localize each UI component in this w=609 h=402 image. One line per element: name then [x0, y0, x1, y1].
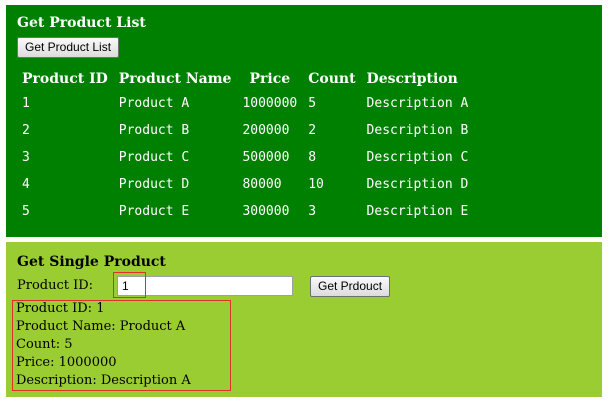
- product-table: Product ID Product Name Price Count Desc…: [17, 68, 474, 225]
- cell-product-name: Product C: [118, 150, 190, 165]
- cell-product-id: 1: [22, 96, 30, 111]
- cell-description: Description C: [366, 150, 469, 165]
- cell-product-id: 5: [22, 204, 30, 219]
- table-row: 2 Product B 200000 2 Description B: [17, 117, 474, 144]
- cell-count: 3: [308, 204, 317, 219]
- cell-description: Description B: [366, 123, 469, 138]
- get-product-list-button[interactable]: Get Product List: [17, 37, 120, 58]
- single-product-panel: Get Single Product Product ID: Get Prdou…: [6, 242, 602, 397]
- detail-description: Description: Description A: [16, 373, 191, 388]
- cell-description: Description E: [366, 204, 469, 219]
- column-header-count: Count: [308, 71, 356, 87]
- cell-product-name: Product E: [118, 204, 190, 219]
- cell-count: 8: [308, 150, 317, 165]
- detail-product-id: Product ID: 1: [16, 301, 105, 316]
- table-row: 3 Product C 500000 8 Description C: [17, 144, 474, 171]
- cell-product-name: Product A: [118, 96, 190, 111]
- product-list-panel: Get Product List Get Product List Produc…: [6, 5, 602, 237]
- product-id-label: Product ID:: [17, 278, 94, 293]
- cell-description: Description D: [366, 177, 469, 192]
- detail-product-name: Product Name: Product A: [16, 319, 186, 334]
- cell-count: 10: [308, 177, 324, 192]
- table-row: 4 Product D 80000 10 Description D: [17, 171, 474, 198]
- cell-product-name: Product B: [118, 123, 190, 138]
- table-header-row: Product ID Product Name Price Count Desc…: [17, 68, 474, 90]
- cell-product-id: 3: [22, 150, 30, 165]
- cell-count: 5: [308, 96, 317, 111]
- cell-price: 500000: [242, 150, 290, 165]
- table-row: 1 Product A 1000000 5 Description A: [17, 90, 474, 117]
- column-header-description: Description: [366, 71, 458, 87]
- cell-price: 1000000: [242, 96, 298, 111]
- cell-price: 200000: [242, 123, 290, 138]
- column-header-product-id: Product ID: [22, 71, 108, 87]
- single-product-title: Get Single Product: [17, 254, 166, 270]
- cell-product-id: 4: [22, 177, 30, 192]
- column-header-price: Price: [249, 71, 291, 87]
- cell-product-id: 2: [22, 123, 30, 138]
- detail-price: Price: 1000000: [16, 355, 117, 370]
- cell-price: 300000: [242, 204, 290, 219]
- column-header-product-name: Product Name: [118, 71, 232, 87]
- product-list-title: Get Product List: [17, 15, 146, 31]
- cell-description: Description A: [366, 96, 469, 111]
- get-product-button[interactable]: Get Prdouct: [310, 276, 391, 297]
- product-details: Product ID: 1 Product Name: Product A Co…: [16, 300, 191, 390]
- table-row: 5 Product E 300000 3 Description E: [17, 198, 474, 225]
- product-id-input[interactable]: [117, 276, 293, 296]
- cell-count: 2: [308, 123, 317, 138]
- detail-count: Count: 5: [16, 337, 73, 352]
- cell-product-name: Product D: [118, 177, 190, 192]
- cell-price: 80000: [242, 177, 282, 192]
